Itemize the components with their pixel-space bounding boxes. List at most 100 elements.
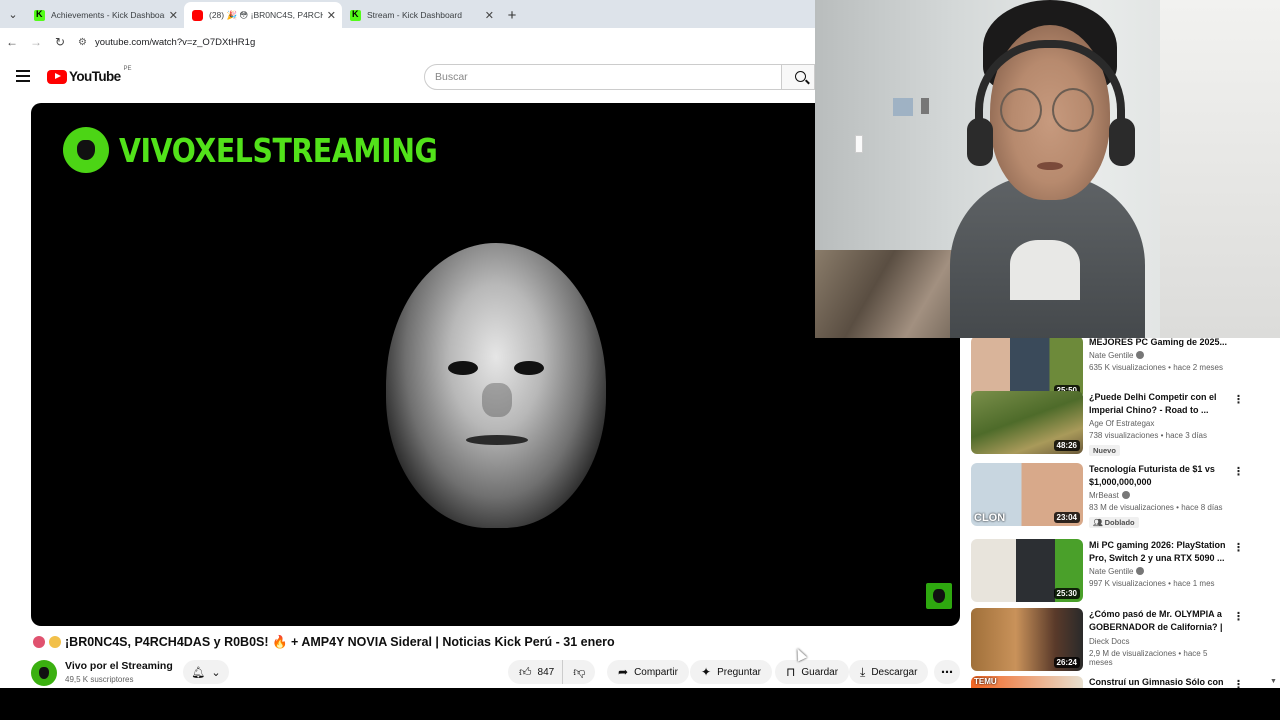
more-options-icon[interactable]: ⋮ (1233, 610, 1244, 623)
site-info-icon[interactable]: ⚙ (78, 37, 87, 48)
rec-stats: 83 M de visualizaciones • hace 8 días (1089, 503, 1223, 512)
webcam-overlay (815, 0, 1280, 338)
close-tab-icon[interactable]: ✕ (327, 9, 336, 22)
more-options-icon[interactable]: ⋮ (1233, 465, 1244, 478)
share-icon: ➦ (618, 665, 629, 679)
search-placeholder: Buscar (435, 71, 468, 83)
ask-group: ✦ Preguntar (690, 660, 772, 684)
close-tab-icon[interactable]: ✕ (169, 9, 178, 22)
video-thumbnail[interactable]: 26:24 (971, 608, 1083, 671)
more-options-icon[interactable]: ⋮ (1233, 541, 1244, 554)
thumbs-up-icon: 👍︎ (519, 664, 532, 679)
back-icon[interactable]: ← (0, 35, 24, 49)
video-frame-face (386, 243, 606, 528)
wall-sticker (893, 98, 913, 116)
video-thumbnail[interactable]: CLON 23:04 (971, 463, 1083, 526)
like-button[interactable]: 👍︎ 847 (508, 660, 563, 684)
url-text: youtube.com/watch?v=z_O7DXtHR1g (94, 36, 256, 48)
rec-stats: 738 visualizaciones • hace 3 días (1089, 431, 1207, 440)
more-actions-button[interactable]: ⋯ (934, 660, 960, 684)
close-tab-icon[interactable]: ✕ (485, 9, 494, 22)
ask-button[interactable]: ✦ Preguntar (690, 660, 772, 684)
tab-search-icon[interactable]: ⌄ (0, 0, 26, 28)
download-label: Descargar (871, 666, 918, 678)
flushed-emoji-icon (49, 636, 61, 648)
rec-title[interactable]: Construí un Gimnasio Sólo con (1089, 676, 1229, 688)
subscriber-count: 49,5 K suscriptores (65, 675, 134, 684)
rec-channel: MrBeast (1089, 491, 1229, 500)
download-group: ⤓ Descargar (849, 660, 929, 684)
duration-badge: 48:26 (1053, 440, 1080, 451)
dubbed-badge: 👥︎ Doblado (1089, 517, 1139, 528)
recommendations-sidebar: 25:50 MEJORES PC Gaming de 2025... Nate … (968, 338, 1280, 688)
thumbnail-text: CLON (974, 512, 1006, 524)
rec-channel[interactable]: Dieck Docs (1089, 637, 1229, 646)
scroll-down-icon[interactable]: ▼ (1270, 678, 1277, 685)
light-switch (855, 135, 863, 153)
rec-title[interactable]: Mi PC gaming 2026: PlayStation Pro, Swit… (1089, 539, 1229, 565)
download-icon: ⤓ (860, 664, 866, 679)
rec-title[interactable]: ¿Puede Delhi Competir con el Imperial Ch… (1089, 391, 1229, 417)
sparkle-icon: ✦ (701, 665, 712, 679)
video-thumbnail[interactable]: 25:30 (971, 539, 1083, 602)
duration-badge: 26:24 (1053, 657, 1080, 668)
bookmark-icon: ⊓ (786, 665, 796, 679)
dislike-button[interactable]: 👎︎ (562, 660, 596, 684)
letterbox-bar (0, 688, 1280, 720)
notifications-button[interactable]: 🔔︎ ⌄ (183, 660, 229, 684)
reload-icon[interactable]: ↻ (48, 35, 72, 49)
tab-youtube-video[interactable]: (28) 🎉 😳 ¡BR0NC4S, P4RCH4... ✕ (184, 2, 342, 28)
new-badge: Nuevo (1089, 445, 1120, 456)
video-thumbnail[interactable]: TEMU (971, 676, 1083, 688)
youtube-logo[interactable]: YouTube PE (47, 65, 132, 84)
video-thumbnail[interactable]: 48:26 (971, 391, 1083, 454)
save-button[interactable]: ⊓ Guardar (775, 660, 850, 684)
search-button[interactable] (782, 64, 815, 90)
youtube-play-icon (47, 69, 67, 84)
new-tab-icon[interactable]: + (500, 2, 524, 28)
verified-icon (1136, 567, 1145, 575)
search-input[interactable]: Buscar (424, 64, 782, 90)
more-options-icon[interactable]: ⋮ (1233, 393, 1244, 406)
country-code: PE (123, 65, 132, 72)
more-options-icon[interactable]: ⋮ (1233, 678, 1244, 688)
rec-channel[interactable]: Age Of Estrategax (1089, 419, 1229, 428)
party-emoji-icon (33, 636, 45, 648)
tab-stream[interactable]: Stream - Kick Dashboard ✕ (342, 2, 500, 28)
menu-icon[interactable] (16, 70, 30, 82)
chevron-down-icon: ⌄ (211, 666, 221, 679)
video-thumbnail[interactable]: 25:50 (971, 338, 1083, 399)
tab-title: (28) 🎉 😳 ¡BR0NC4S, P4RCH4... (209, 9, 323, 20)
stream-brand-overlay: VIVOXELSTREAMING (63, 127, 489, 173)
rec-channel: Nate Gentile (1089, 567, 1229, 576)
video-title-text: ¡BR0NC4S, P4RCH4DAS y R0B0S! 🔥 + AMP4Y N… (65, 635, 615, 649)
rec-title[interactable]: MEJORES PC Gaming de 2025... (1089, 338, 1229, 349)
verified-icon (1121, 491, 1130, 499)
bell-icon: 🔔︎ (191, 666, 206, 679)
verified-icon (1136, 351, 1145, 359)
browser-tabstrip: ⌄ Achievements - Kick Dashboard ✕ (28) 🎉… (0, 0, 815, 28)
forward-icon[interactable]: → (24, 35, 48, 49)
rec-title[interactable]: Tecnología Futurista de $1 vs $1,000,000… (1089, 463, 1229, 489)
address-bar[interactable]: ⚙ youtube.com/watch?v=z_O7DXtHR1g (78, 31, 798, 53)
channel-avatar[interactable] (31, 660, 57, 686)
share-button[interactable]: ➦ Compartir (607, 660, 689, 684)
tab-achievements[interactable]: Achievements - Kick Dashboard ✕ (26, 2, 184, 28)
rec-stats: 997 K visualizaciones • hace 1 mes (1089, 579, 1215, 588)
share-label: Compartir (634, 666, 678, 678)
rec-channel: Nate Gentile (1089, 351, 1229, 360)
channel-watermark-icon[interactable] (926, 583, 952, 609)
rec-title[interactable]: ¿Cómo pasó de Mr. OLYMPIA a GOBERNADOR d… (1089, 608, 1229, 635)
save-group: ⊓ Guardar (775, 660, 850, 684)
rec-stats: 635 K visualizaciones • hace 2 meses (1089, 363, 1223, 372)
like-dislike-group: 👍︎ 847 👎︎ (508, 660, 596, 684)
brand-logo-icon (63, 127, 109, 173)
duration-badge: 25:30 (1053, 588, 1080, 599)
like-count: 847 (537, 666, 555, 678)
youtube-header: YouTube PE Buscar (0, 56, 815, 102)
download-button[interactable]: ⤓ Descargar (849, 660, 929, 684)
channel-name[interactable]: Vivo por el Streaming (65, 660, 173, 672)
rec-stats: 2,9 M de visualizaciones • hace 5 meses (1089, 649, 1208, 667)
kick-favicon-icon (350, 9, 361, 21)
search-icon (795, 71, 806, 82)
